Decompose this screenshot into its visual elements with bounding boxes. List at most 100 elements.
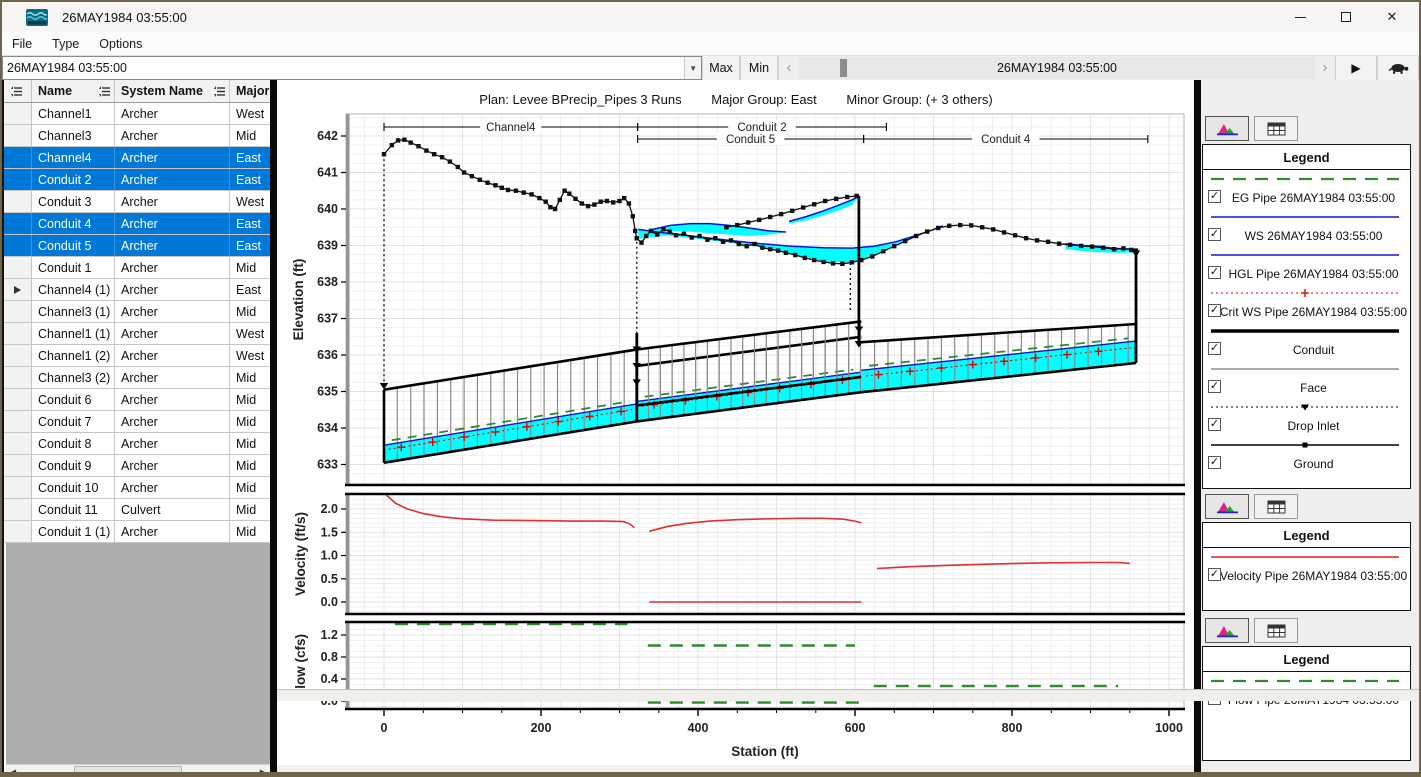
min-button[interactable]: Min	[740, 56, 778, 80]
scroll-left-icon[interactable]: ◀	[6, 765, 21, 777]
table-row[interactable]: Conduit 8ArcherMid	[4, 433, 270, 455]
chart-view-tab[interactable]	[1205, 618, 1249, 643]
cell-system[interactable]: Archer	[115, 213, 230, 234]
cell-system[interactable]: Archer	[115, 125, 230, 146]
table-row[interactable]: Channel3ArcherMid	[4, 125, 270, 147]
table-row[interactable]: Conduit 7ArcherMid	[4, 411, 270, 433]
cell-name[interactable]: Conduit 2	[32, 169, 115, 190]
cell-system[interactable]: Archer	[115, 521, 230, 542]
row-selector-cell[interactable]	[4, 279, 32, 300]
legend-checkbox[interactable]: ✓	[1208, 304, 1221, 317]
column-header-name[interactable]: Name	[32, 80, 115, 102]
scroll-right-icon[interactable]: ▶	[255, 765, 270, 777]
menu-file[interactable]: File	[2, 37, 42, 51]
max-button[interactable]: Max	[702, 56, 740, 80]
cell-name[interactable]: Channel1 (2)	[32, 345, 115, 366]
cell-system[interactable]: Archer	[115, 169, 230, 190]
table-view-tab[interactable]	[1254, 116, 1298, 141]
cell-group[interactable]: West	[230, 103, 270, 124]
cell-group[interactable]: West	[230, 323, 270, 344]
cell-name[interactable]: Conduit 11	[32, 499, 115, 520]
sort-filter-icon[interactable]	[98, 85, 112, 98]
cell-group[interactable]: Mid	[230, 125, 270, 146]
cell-system[interactable]: Archer	[115, 257, 230, 278]
row-selector-cell[interactable]	[4, 477, 32, 498]
row-selector-cell[interactable]	[4, 367, 32, 388]
cell-system[interactable]: Archer	[115, 477, 230, 498]
cell-name[interactable]: Conduit 4	[32, 213, 115, 234]
time-combo[interactable]: ▼	[2, 56, 702, 80]
row-selector-cell[interactable]	[4, 147, 32, 168]
row-selector-cell[interactable]	[4, 345, 32, 366]
cell-system[interactable]: Archer	[115, 147, 230, 168]
cell-name[interactable]: Conduit 5	[32, 235, 115, 256]
cell-group[interactable]: Mid	[230, 411, 270, 432]
cell-system[interactable]: Archer	[115, 323, 230, 344]
legend-checkbox[interactable]: ✓	[1208, 380, 1221, 393]
cell-group[interactable]: Mid	[230, 389, 270, 410]
scrollbar-track[interactable]	[21, 765, 255, 777]
cell-system[interactable]: Archer	[115, 433, 230, 454]
table-row[interactable]: Conduit 3ArcherWest	[4, 191, 270, 213]
cell-group[interactable]: Mid	[230, 433, 270, 454]
cell-system[interactable]: Archer	[115, 301, 230, 322]
cell-system[interactable]: Archer	[115, 279, 230, 300]
row-selector-cell[interactable]	[4, 455, 32, 476]
table-row[interactable]: Conduit 11CulvertMid	[4, 499, 270, 521]
table-row[interactable]: Channel1 (2)ArcherWest	[4, 345, 270, 367]
sort-filter-icon[interactable]	[213, 85, 227, 98]
profile-plot[interactable]: Channel4Conduit 2Conduit 5Conduit 463363…	[277, 80, 1195, 765]
cell-name[interactable]: Conduit 9	[32, 455, 115, 476]
table-row[interactable]: Conduit 9ArcherMid	[4, 455, 270, 477]
table-row[interactable]: Channel3 (1)ArcherMid	[4, 301, 270, 323]
cell-name[interactable]: Channel4	[32, 147, 115, 168]
cell-name[interactable]: Conduit 1 (1)	[32, 521, 115, 542]
table-row[interactable]: Conduit 2ArcherEast	[4, 169, 270, 191]
cell-name[interactable]: Conduit 10	[32, 477, 115, 498]
cell-system[interactable]: Archer	[115, 411, 230, 432]
row-selector-cell[interactable]	[4, 235, 32, 256]
table-row[interactable]: Channel1ArcherWest	[4, 103, 270, 125]
table-row[interactable]: Conduit 4ArcherEast	[4, 213, 270, 235]
table-row[interactable]: Conduit 5ArcherEast	[4, 235, 270, 257]
column-header-system-name[interactable]: System Name	[115, 80, 230, 102]
row-selector-cell[interactable]	[4, 257, 32, 278]
row-selector-cell[interactable]	[4, 103, 32, 124]
splitter-right[interactable]	[1194, 80, 1201, 777]
cell-name[interactable]: Channel4 (1)	[32, 279, 115, 300]
row-selector-cell[interactable]	[4, 433, 32, 454]
minimize-button[interactable]	[1277, 2, 1323, 32]
cell-system[interactable]: Archer	[115, 345, 230, 366]
cell-group[interactable]: West	[230, 345, 270, 366]
next-time-button[interactable]: ›	[1315, 57, 1335, 79]
maximize-button[interactable]	[1323, 2, 1369, 32]
cell-group[interactable]: East	[230, 169, 270, 190]
row-selector-cell[interactable]	[4, 191, 32, 212]
cell-system[interactable]: Archer	[115, 191, 230, 212]
cell-system[interactable]: Culvert	[115, 499, 230, 520]
cell-group[interactable]: Mid	[230, 257, 270, 278]
legend-checkbox[interactable]: ✓	[1208, 418, 1221, 431]
sort-filter-icon[interactable]	[10, 85, 24, 98]
play-button[interactable]: ▶	[1335, 56, 1377, 80]
row-selector-cell[interactable]	[4, 169, 32, 190]
row-selector-cell[interactable]	[4, 301, 32, 322]
table-row[interactable]: Channel1 (1)ArcherWest	[4, 323, 270, 345]
cell-name[interactable]: Conduit 8	[32, 433, 115, 454]
scrollbar-thumb[interactable]	[74, 766, 182, 777]
cell-system[interactable]: Archer	[115, 103, 230, 124]
menu-type[interactable]: Type	[42, 37, 89, 51]
row-selector-cell[interactable]	[4, 213, 32, 234]
table-row[interactable]: Conduit 1 (1)ArcherMid	[4, 521, 270, 543]
cell-system[interactable]: Archer	[115, 367, 230, 388]
cell-name[interactable]: Channel3 (1)	[32, 301, 115, 322]
table-row[interactable]: Channel4ArcherEast	[4, 147, 270, 169]
cell-name[interactable]: Channel1	[32, 103, 115, 124]
chart-view-tab[interactable]	[1205, 116, 1249, 141]
row-selector-cell[interactable]	[4, 411, 32, 432]
cell-name[interactable]: Conduit 6	[32, 389, 115, 410]
header-selector-cell[interactable]	[4, 80, 32, 102]
row-selector-cell[interactable]	[4, 521, 32, 542]
chart-view-tab[interactable]	[1205, 494, 1249, 519]
cell-group[interactable]: Mid	[230, 301, 270, 322]
